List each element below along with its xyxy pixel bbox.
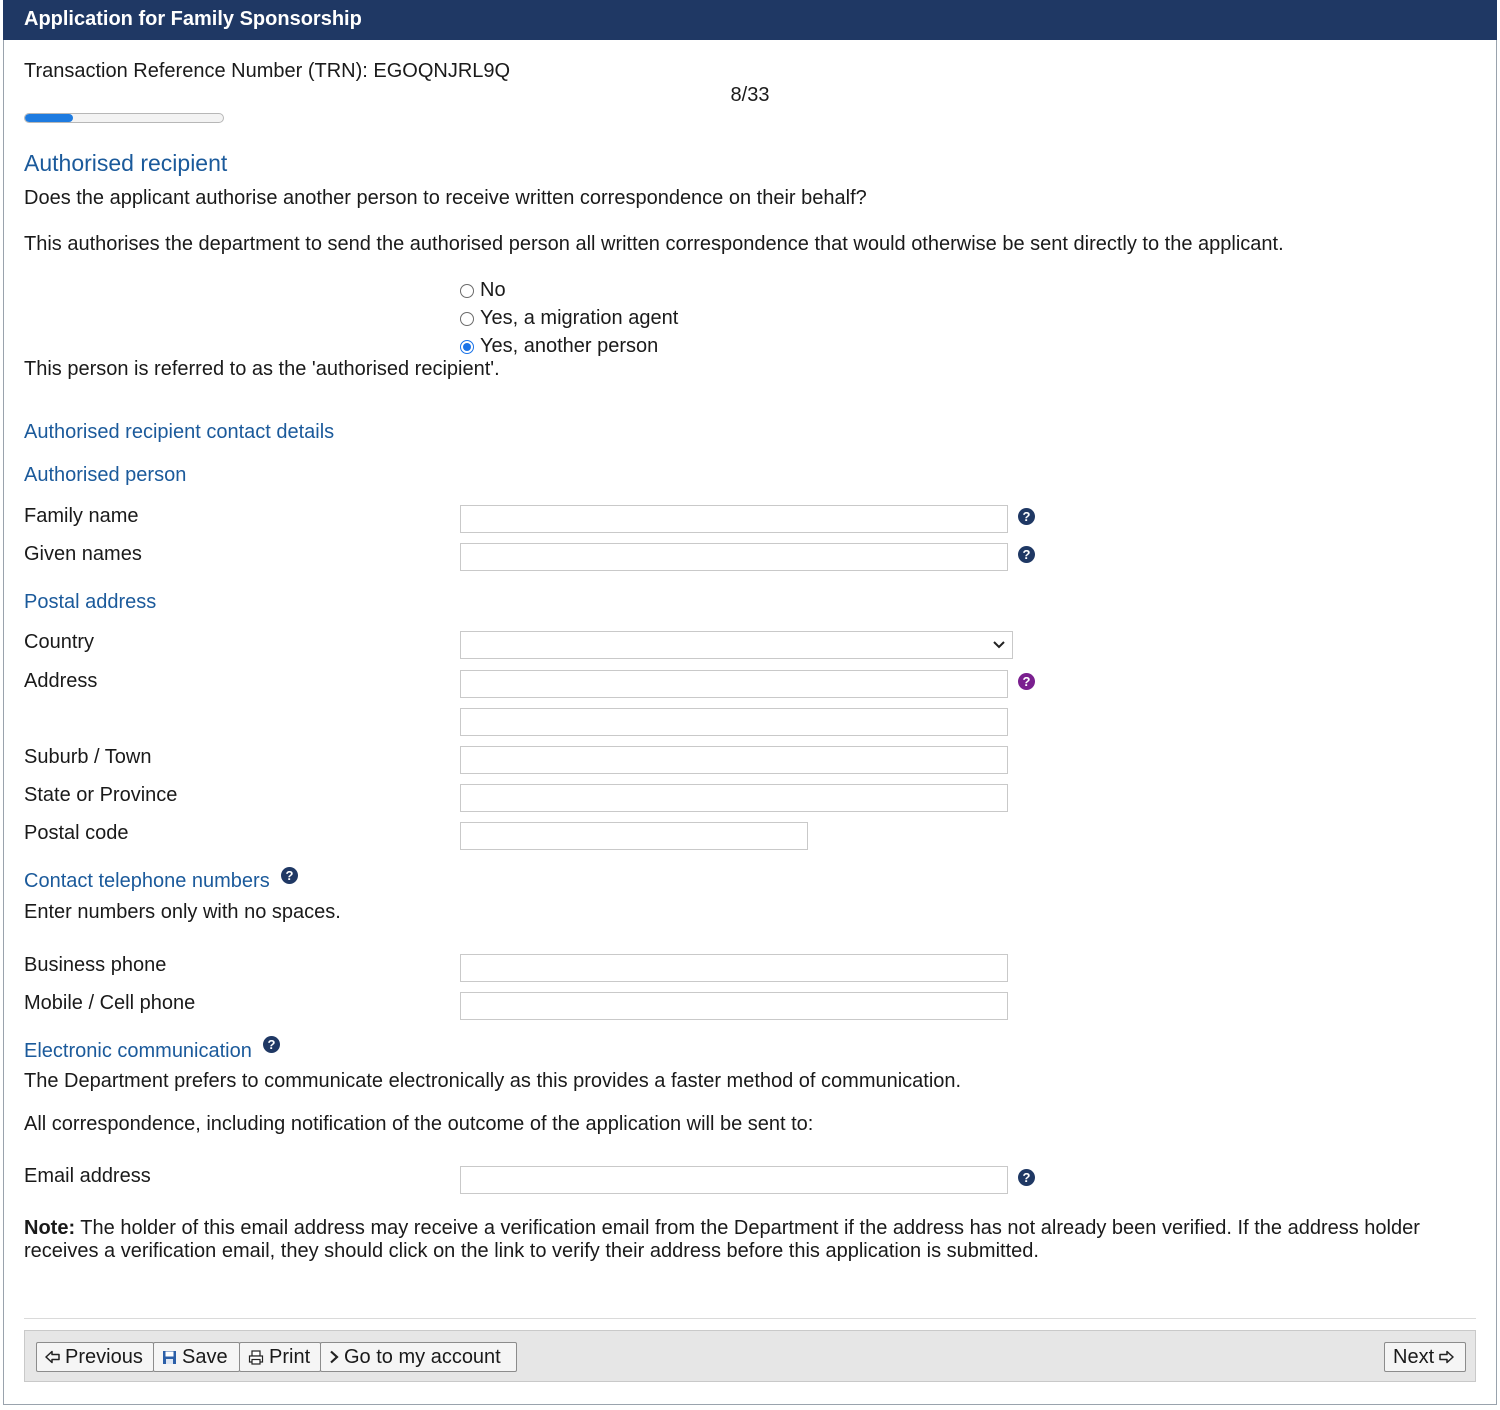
note-text: The holder of this email address may rec… xyxy=(24,1217,1420,1262)
referred-note: This person is referred to as the 'autho… xyxy=(24,358,500,380)
postal-address-heading: Postal address xyxy=(24,591,157,613)
arrow-right-icon xyxy=(1439,1350,1454,1364)
chevron-down-icon xyxy=(993,641,1005,649)
radio-button-migration-agent[interactable] xyxy=(460,311,474,326)
radio-label-another-person[interactable]: Yes, another person xyxy=(480,335,658,358)
question-circle-icon[interactable]: ? xyxy=(263,1036,280,1053)
mobile-phone-label: Mobile / Cell phone xyxy=(24,992,196,1014)
radio-label-migration-agent[interactable]: Yes, a migration agent xyxy=(480,307,678,330)
family-name-field[interactable] xyxy=(460,505,1008,533)
postcode-label: Postal code xyxy=(24,822,129,844)
note-label: Note: xyxy=(24,1217,76,1239)
question-circle-icon[interactable]: ? xyxy=(1018,508,1035,525)
business-phone-field[interactable] xyxy=(460,954,1008,982)
radio-option-migration-agent[interactable]: Yes, a migration agent xyxy=(460,307,678,330)
radio-option-no[interactable]: No xyxy=(460,279,506,302)
printer-icon xyxy=(248,1349,264,1365)
floppy-disk-icon xyxy=(162,1350,177,1365)
suburb-field[interactable] xyxy=(460,746,1008,774)
save-button-label[interactable]: Save xyxy=(182,1346,228,1369)
radio-button-no[interactable] xyxy=(460,283,474,298)
previous-button[interactable]: Previous xyxy=(36,1342,154,1372)
progress-count: 8/33 xyxy=(730,84,770,106)
footer-divider xyxy=(24,1318,1476,1319)
previous-button-label[interactable]: Previous xyxy=(65,1346,143,1369)
explanation-text: This authorises the department to send t… xyxy=(24,233,1284,255)
email-field[interactable] xyxy=(460,1166,1008,1194)
electronic-text-1: The Department prefers to communicate el… xyxy=(24,1070,962,1092)
window-title: Application for Family Sponsorship xyxy=(3,0,1497,40)
question-circle-icon[interactable]: ? xyxy=(1018,673,1035,690)
chevron-right-icon xyxy=(329,1350,339,1364)
next-button-label[interactable]: Next xyxy=(1393,1346,1434,1369)
progress-bar-fill xyxy=(25,114,73,122)
email-label: Email address xyxy=(24,1165,151,1187)
address-label: Address xyxy=(24,670,98,692)
trn-line: Transaction Reference Number (TRN): EGOQ… xyxy=(24,60,510,83)
trn-value: EGOQNJRL9Q xyxy=(373,60,511,82)
go-to-account-button-label[interactable]: Go to my account xyxy=(344,1346,501,1369)
given-names-field[interactable] xyxy=(460,543,1008,571)
state-field[interactable] xyxy=(460,784,1008,812)
phones-heading: Contact telephone numbers xyxy=(24,870,270,892)
question-text: Does the applicant authorise another per… xyxy=(24,187,867,209)
arrow-left-icon xyxy=(45,1350,60,1364)
go-to-account-button[interactable]: Go to my account xyxy=(320,1342,517,1372)
question-circle-icon[interactable]: ? xyxy=(1018,1169,1035,1186)
trn-label: Transaction Reference Number (TRN): xyxy=(24,60,368,82)
country-select[interactable] xyxy=(460,631,1013,659)
mobile-phone-field[interactable] xyxy=(460,992,1008,1020)
electronic-text-2: All correspondence, including notificati… xyxy=(24,1113,814,1135)
state-label: State or Province xyxy=(24,784,178,806)
next-button[interactable]: Next xyxy=(1384,1342,1466,1372)
question-circle-icon[interactable]: ? xyxy=(1018,546,1035,563)
given-names-label: Given names xyxy=(24,543,142,565)
print-button-label[interactable]: Print xyxy=(269,1346,310,1369)
radio-option-another-person[interactable]: Yes, another person xyxy=(460,335,658,358)
print-button[interactable]: Print xyxy=(239,1342,321,1372)
family-name-label: Family name xyxy=(24,505,139,527)
authorised-person-heading: Authorised person xyxy=(24,464,187,486)
section-title: Authorised recipient xyxy=(24,150,228,176)
phones-hint: Enter numbers only with no spaces. xyxy=(24,901,341,923)
contact-details-heading: Authorised recipient contact details xyxy=(24,421,335,443)
radio-button-another-person[interactable] xyxy=(460,339,474,354)
country-label: Country xyxy=(24,631,95,653)
electronic-heading: Electronic communication xyxy=(24,1040,252,1062)
email-note: Note: The holder of this email address m… xyxy=(24,1217,1464,1263)
save-button[interactable]: Save xyxy=(153,1342,240,1372)
suburb-label: Suburb / Town xyxy=(24,746,152,768)
page-frame xyxy=(3,0,1497,1405)
radio-label-no[interactable]: No xyxy=(480,279,506,302)
address-line-2-field[interactable] xyxy=(460,708,1008,736)
footer-toolbar: Previous Save Print Go to my account Nex… xyxy=(24,1330,1476,1382)
postcode-field[interactable] xyxy=(460,822,808,850)
business-phone-label: Business phone xyxy=(24,954,167,976)
address-line-1-field[interactable] xyxy=(460,670,1008,698)
progress-bar xyxy=(24,113,224,123)
question-circle-icon[interactable]: ? xyxy=(281,867,298,884)
